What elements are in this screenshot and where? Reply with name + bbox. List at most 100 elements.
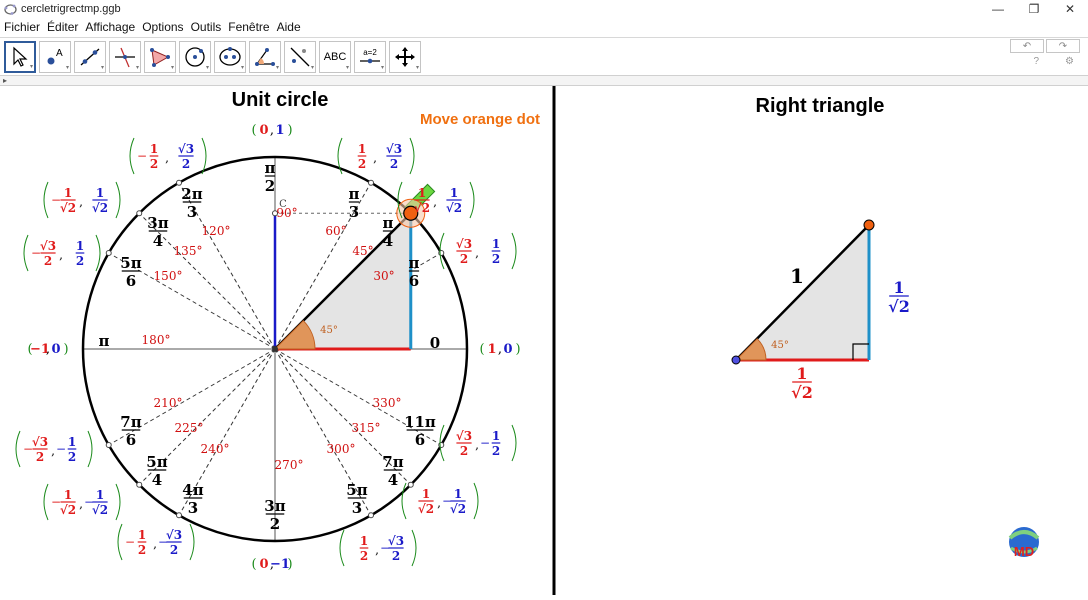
menu-fenetre[interactable]: Fenêtre	[225, 20, 272, 34]
coord-pair-10-y: 1√2	[450, 487, 466, 516]
coord-pair-8-rparen	[189, 523, 195, 561]
circle-tool-button[interactable]: ▾	[179, 40, 211, 73]
coord-pair-9-comma: ,	[375, 543, 379, 557]
radian-label-0: π2	[265, 159, 276, 195]
close-button[interactable]: ✕	[1052, 0, 1088, 18]
angle-tool-button[interactable]: ▾	[249, 40, 281, 73]
coord-pair-7-x: 1√2	[60, 488, 76, 517]
coord-pair-11-x-den: 2	[460, 444, 468, 458]
coord-pair-9: 12, −√32	[339, 529, 417, 567]
polygon-tool-button[interactable]: ▾	[144, 40, 176, 73]
coord-pair-8: −12, −√32	[117, 523, 195, 561]
coord-top-c: ,	[270, 123, 274, 138]
graphics-canvas[interactable]: Unit circle Move orange dot Right triang…	[0, 86, 1088, 595]
menu-outils[interactable]: Outils	[188, 20, 225, 34]
unit-circle-title: Unit circle	[232, 89, 329, 111]
coord-pair-10: 1√2, −1√2	[401, 482, 479, 520]
coord-pair-6-y: 12	[67, 435, 77, 464]
reflect-line-icon	[290, 47, 310, 66]
radian-label-6-den: 6	[126, 272, 136, 290]
triangle-opposite-label: 1√2	[888, 278, 910, 316]
radian-label-7-den: 6	[126, 431, 136, 449]
degree-label-5: 135°	[174, 244, 203, 258]
collapse-toolbar-arrow-icon[interactable]: ▸	[0, 75, 1088, 86]
menu-editer[interactable]: Éditer	[44, 20, 81, 34]
coord-pair-4-lparen	[43, 181, 49, 219]
point-tool-button[interactable]: A ▾	[39, 40, 71, 73]
coord-pair-8-y: √32	[166, 528, 182, 557]
coord-pair-1-x-den: √2	[414, 201, 430, 215]
coord-pair-0-x-num: 1	[358, 142, 366, 156]
coord-pair-3-y-den: 2	[182, 157, 190, 171]
ellipse-tool-button[interactable]: ▾	[214, 40, 246, 73]
text-tool-button[interactable]: ABC ▾	[319, 40, 351, 73]
coord-pair-0-y-num: √3	[386, 142, 402, 156]
coord-pair-1-rparen	[469, 181, 475, 219]
origin-point	[272, 346, 278, 352]
coord-pair-11-rparen	[511, 424, 517, 462]
unit-circle-figure: C45°π2 π3π4π62π33π45π67π65π44π3 3π25π37π41…	[15, 123, 521, 572]
coord-pair-3: −12 ,√32	[129, 137, 207, 175]
undo-button[interactable]: ↶	[1010, 39, 1044, 53]
menu-aide[interactable]: Aide	[274, 20, 304, 34]
degree-label-10: 240°	[201, 442, 230, 456]
radian-label-2: π4	[383, 214, 394, 250]
help-icon[interactable]: ?	[1033, 56, 1039, 67]
coord-pair-5-y: 12	[75, 239, 85, 268]
coord-pair-6-comma: ,	[51, 444, 55, 458]
coord-left: (−1, 0)	[27, 342, 68, 357]
title-bar: cercletrigrectmp.ggb — ❐ ✕	[0, 0, 1088, 18]
perpendicular-tool-button[interactable]: ▾	[109, 40, 141, 73]
radian-label-11-num: 5π	[346, 481, 367, 499]
slider-tool-button[interactable]: a=2 ▾	[354, 40, 386, 73]
menu-fichier[interactable]: Fichier	[1, 20, 43, 34]
coord-pair-3-y-num: √3	[178, 142, 194, 156]
coord-right-rp: )	[515, 342, 520, 357]
coord-pair-4-comma: ,	[79, 195, 83, 209]
maximize-button[interactable]: ❐	[1016, 0, 1052, 18]
coord-pair-8-comma: ,	[153, 537, 157, 551]
coord-pair-7-y: 1√2	[92, 488, 108, 517]
radian-label-9: 4π3	[182, 481, 203, 517]
coord-pair-6-rparen	[87, 430, 93, 468]
reflect-tool-button[interactable]: ▾	[284, 40, 316, 73]
perpendicular-icon	[115, 47, 135, 67]
coord-pair-8-x: 12	[137, 528, 147, 557]
degree-label-3: 30°	[373, 269, 394, 283]
coord-pair-5-x-den: 2	[44, 254, 52, 268]
coord-pair-8-lparen	[117, 523, 123, 561]
coord-pair-9-rparen	[411, 529, 417, 567]
coord-pair-3-xsign: −	[137, 149, 147, 163]
coord-pair-10-comma: ,	[437, 496, 441, 510]
radian-label-10-num: 3π	[264, 497, 285, 515]
coord-pair-4-x: 1√2	[60, 186, 76, 215]
coord-pair-0-x-den: 2	[358, 157, 366, 171]
degree-label-14: 330°	[373, 396, 402, 410]
line-tool-button[interactable]: ▾	[74, 40, 106, 73]
coord-pair-2-comma: ,	[475, 246, 479, 260]
geogebra-icon	[3, 2, 17, 16]
move-view-tool-button[interactable]: ▾	[389, 40, 421, 73]
coord-left-c: ,	[46, 342, 50, 357]
coord-pair-5: −√32,12	[23, 234, 101, 272]
coord-pair-7-y-den: √2	[92, 503, 108, 517]
radian-label-1-den: 3	[349, 203, 359, 221]
menu-affichage[interactable]: Affichage	[82, 20, 138, 34]
graphics-view[interactable]: Unit circle Move orange dot Right triang…	[0, 86, 1088, 595]
redo-button[interactable]: ↷	[1046, 39, 1080, 53]
radian-label-3-den: 6	[409, 272, 419, 290]
circle-point-150	[105, 250, 112, 256]
coord-pair-7-lparen	[43, 483, 49, 521]
coord-pair-11-y-den: 2	[492, 444, 500, 458]
triangle-hypotenuse-label: 1	[790, 264, 804, 288]
circle-point-315	[407, 481, 414, 488]
coord-pair-2: √32,12	[439, 232, 517, 270]
move-tool-button[interactable]: ▾	[4, 40, 36, 73]
radian-label-8-num: 5π	[146, 453, 167, 471]
settings-icon[interactable]: ⚙	[1065, 56, 1074, 67]
menu-options[interactable]: Options	[139, 20, 186, 34]
degree-label-4: 120°	[202, 224, 231, 238]
minimize-button[interactable]: —	[980, 0, 1016, 18]
coord-pair-3-rparen	[201, 137, 207, 175]
coord-pair-0-y: √32	[386, 142, 402, 171]
